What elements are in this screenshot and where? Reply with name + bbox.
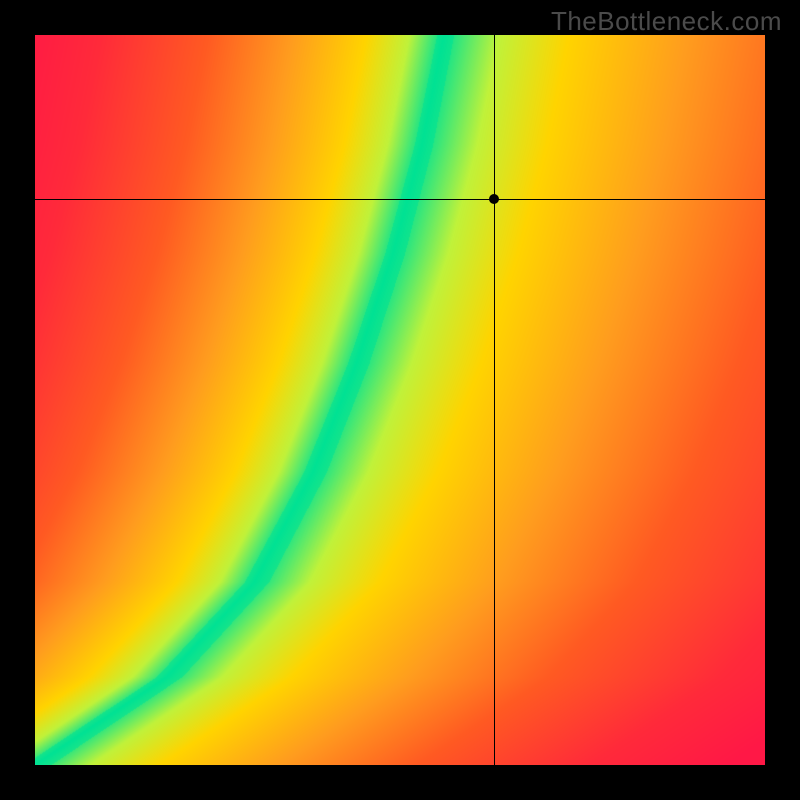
chart-container: TheBottleneck.com (0, 0, 800, 800)
heatmap-canvas (35, 35, 765, 765)
marker-dot (489, 194, 499, 204)
plot-area (35, 35, 765, 765)
crosshair-horizontal (35, 199, 765, 200)
watermark-text: TheBottleneck.com (551, 6, 782, 37)
crosshair-vertical (494, 35, 495, 765)
